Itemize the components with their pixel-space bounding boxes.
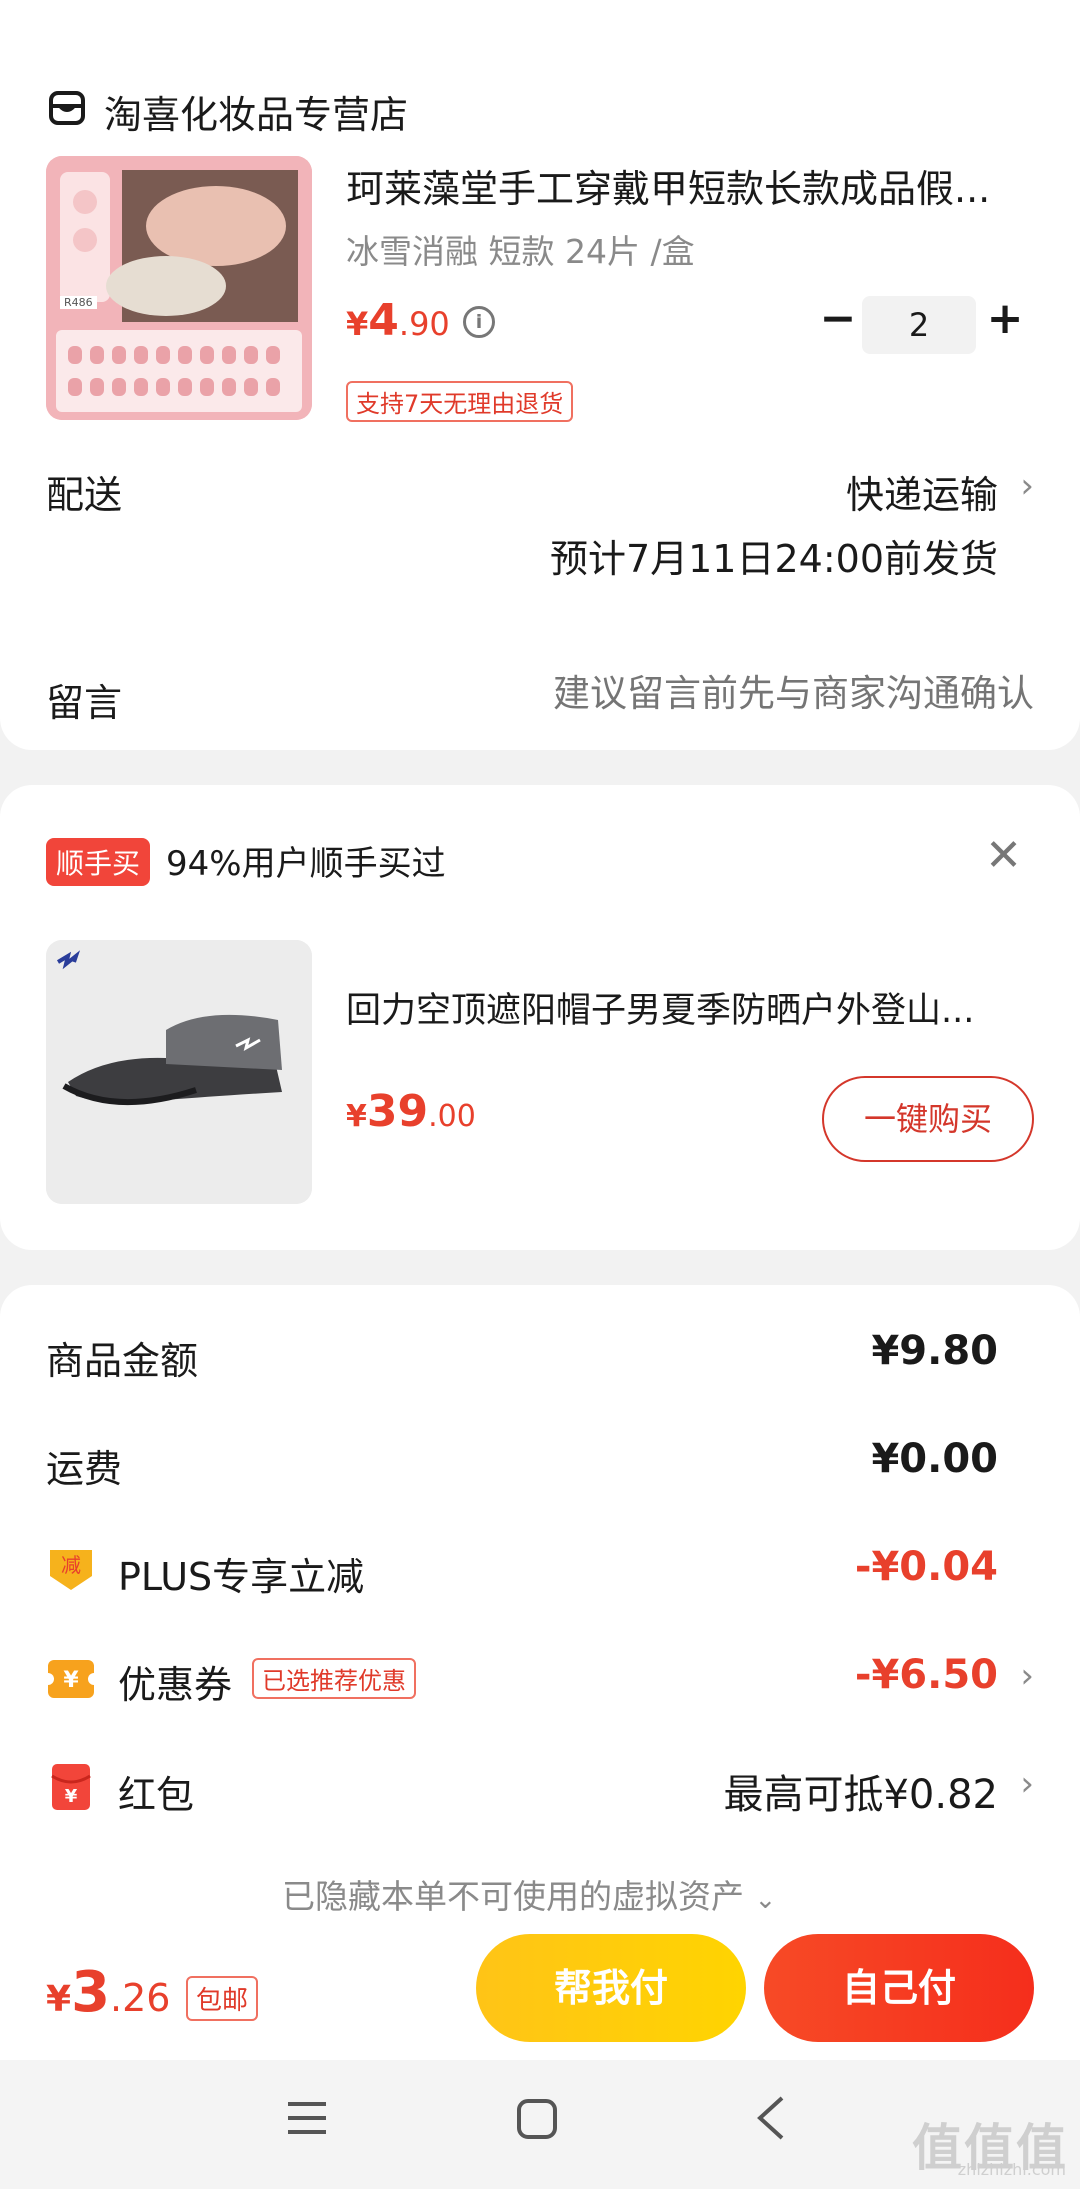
price-symbol: ¥	[346, 305, 369, 343]
help-me-pay-button[interactable]: 帮我付	[476, 1934, 746, 2042]
product-spec[interactable]: 冰雪消融 短款 24片 /盒	[346, 225, 695, 273]
total-integer: 3	[71, 1960, 111, 2025]
delivery-label: 配送	[46, 473, 123, 517]
product-price: ¥4.90	[346, 295, 450, 346]
rec-price-integer: 39	[366, 1086, 429, 1137]
quantity-input[interactable]: 2	[862, 296, 976, 354]
rec-price-symbol: ¥	[346, 1099, 367, 1134]
chevron-down-icon: ⌄	[754, 1885, 777, 1915]
info-icon[interactable]: i	[463, 306, 495, 338]
home-icon[interactable]	[516, 2098, 558, 2140]
total-symbol: ¥	[46, 1979, 72, 2020]
hidden-assets-toggle[interactable]: 已隐藏本单不可使用的虚拟资产 ⌄	[282, 1870, 776, 1918]
shipping-fee-label: 运费	[46, 1447, 123, 1491]
quantity-increase-button[interactable]: +	[985, 297, 1025, 341]
product-image-label: R486	[60, 296, 97, 309]
return-policy-tag: 支持7天无理由退货	[346, 381, 574, 422]
price-integer: 4	[368, 295, 399, 346]
delivery-eta: 预计7月11日24:00前发货	[549, 537, 998, 581]
recommend-price: ¥39.00	[346, 1086, 476, 1137]
recent-apps-icon[interactable]	[286, 2098, 328, 2138]
red-packet-icon: ¥	[51, 1764, 91, 1810]
rec-price-decimal: .00	[428, 1099, 476, 1134]
shop-name[interactable]: 淘喜化妆品专营店	[104, 84, 408, 139]
recommend-product-title[interactable]: 回力空顶遮阳帽子男夏季防晒户外登山...	[346, 982, 1036, 1033]
watermark-url: zhizhizhi.com	[957, 2160, 1066, 2179]
free-shipping-tag: 包邮	[186, 1976, 259, 2021]
red-packet-label: 红包	[118, 1773, 195, 1817]
product-title[interactable]: 珂莱藻堂手工穿戴甲短款长款成品假...	[346, 158, 1036, 213]
close-icon[interactable]: ✕	[985, 830, 1022, 881]
recommend-text: 94%用户顺手买过	[166, 844, 446, 884]
chevron-right-icon[interactable]: ›	[1020, 1764, 1034, 1804]
recommend-product-image[interactable]	[46, 940, 312, 1204]
plus-discount-icon: 减	[50, 1550, 92, 1590]
note-label: 留言	[46, 681, 123, 725]
red-packet-value[interactable]: 最高可抵¥0.82	[723, 1762, 998, 1820]
coupon-recommended-tag: 已选推荐优惠	[252, 1658, 416, 1699]
delivery-method[interactable]: 快递运输	[846, 464, 998, 519]
red-packet-icon-text: ¥	[65, 1786, 78, 1807]
price-decimal: .90	[398, 305, 450, 343]
shipping-fee-value: ¥0.00	[871, 1436, 998, 1482]
chevron-right-icon[interactable]: ›	[1020, 466, 1034, 506]
note-input[interactable]	[474, 672, 1034, 715]
goods-amount-label: 商品金额	[46, 1339, 199, 1383]
shop-icon	[49, 91, 85, 125]
goods-amount-value: ¥9.80	[871, 1328, 998, 1374]
plus-icon-text: 减	[61, 1553, 81, 1577]
plus-discount-value: -¥0.04	[854, 1544, 998, 1590]
recommend-tag: 顺手买	[46, 838, 151, 886]
total-price: ¥3.26	[46, 1960, 170, 2025]
coupon-value[interactable]: -¥6.50	[855, 1652, 998, 1698]
pay-myself-button[interactable]: 自己付	[764, 1934, 1034, 2042]
quantity-decrease-button[interactable]: −	[818, 297, 858, 341]
coupon-icon-text: ¥	[63, 1668, 79, 1693]
product-image[interactable]: R486	[46, 156, 312, 420]
plus-discount-label: PLUS专享立减	[118, 1555, 365, 1599]
chevron-right-icon[interactable]: ›	[1020, 1656, 1034, 1696]
coupon-label: 优惠券	[118, 1663, 233, 1707]
one-click-buy-button[interactable]: 一键购买	[822, 1076, 1034, 1162]
coupon-icon: ¥	[46, 1660, 96, 1698]
hidden-assets-text: 已隐藏本单不可使用的虚拟资产	[282, 1877, 744, 1916]
back-icon[interactable]	[752, 2094, 792, 2142]
total-decimal: .26	[110, 1976, 171, 2020]
